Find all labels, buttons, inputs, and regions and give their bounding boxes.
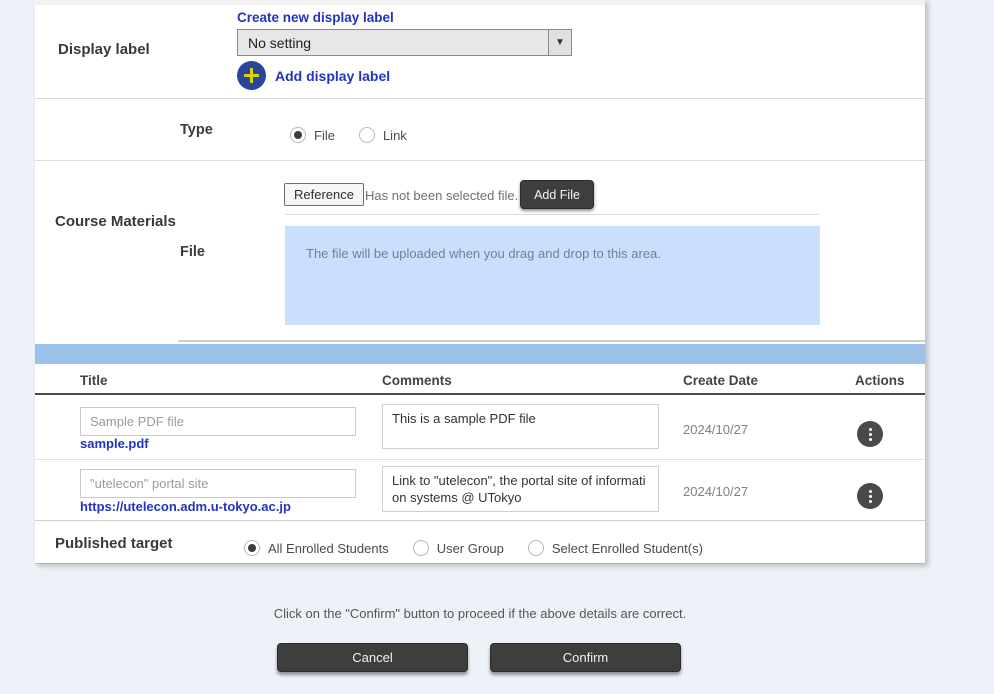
- type-row-label: Type: [180, 122, 213, 138]
- published-user-group-label: User Group: [437, 541, 504, 556]
- confirm-button[interactable]: Confirm: [490, 643, 681, 672]
- row1-actions-kebab-icon[interactable]: [857, 421, 883, 447]
- row1-file-link[interactable]: sample.pdf: [80, 436, 149, 451]
- row2-url-link[interactable]: https://utelecon.adm.u-tokyo.ac.jp: [80, 499, 291, 514]
- row2-create-date: 2024/10/27: [683, 484, 748, 499]
- column-header-title: Title: [80, 373, 108, 388]
- row1-comment-input[interactable]: This is a sample PDF file: [382, 404, 659, 449]
- dropzone-hint-text: The file will be uploaded when you drag …: [306, 246, 661, 261]
- published-select-students-label: Select Enrolled Student(s): [552, 541, 703, 556]
- chevron-down-icon[interactable]: ▼: [548, 30, 571, 55]
- file-row-label: File: [180, 244, 205, 260]
- row-separator: [35, 459, 925, 460]
- course-materials-row-label: Course Materials: [55, 213, 176, 230]
- row1-create-date: 2024/10/27: [683, 422, 748, 437]
- section-divider: [35, 98, 925, 99]
- display-label-select[interactable]: No setting ▼: [237, 29, 572, 56]
- type-link-radio-label: Link: [383, 128, 407, 143]
- column-header-actions: Actions: [855, 373, 905, 388]
- column-header-comments: Comments: [382, 373, 452, 388]
- course-material-form-card: Display label Create new display label N…: [35, 0, 925, 564]
- type-file-radio[interactable]: [290, 127, 306, 143]
- create-new-display-label-link[interactable]: Create new display label: [237, 10, 394, 25]
- row2-title-input[interactable]: [80, 469, 356, 498]
- row-separator: [35, 520, 925, 521]
- confirm-hint-text: Click on the "Confirm" button to proceed…: [0, 606, 960, 621]
- no-file-selected-text: Has not been selected file.: [365, 188, 518, 203]
- add-display-label-link[interactable]: Add display label: [275, 68, 390, 84]
- published-all-students-radio[interactable]: [244, 540, 260, 556]
- add-file-button[interactable]: Add File: [520, 180, 594, 209]
- type-file-radio-label: File: [314, 128, 335, 143]
- reference-row-divider: [285, 214, 820, 215]
- row2-actions-kebab-icon[interactable]: [857, 483, 883, 509]
- row1-title-input[interactable]: [80, 407, 356, 436]
- published-user-group-radio[interactable]: [413, 540, 429, 556]
- reference-button[interactable]: Reference: [284, 183, 364, 206]
- table-blue-bar: [35, 344, 925, 364]
- display-label-select-value: No setting: [238, 35, 548, 51]
- card-top-divider: [35, 0, 925, 5]
- add-icon[interactable]: [237, 61, 266, 90]
- cancel-button[interactable]: Cancel: [277, 643, 468, 672]
- display-label-row-label: Display label: [58, 41, 150, 58]
- column-header-create-date: Create Date: [683, 373, 758, 388]
- published-all-students-label: All Enrolled Students: [268, 541, 389, 556]
- published-select-students-radio[interactable]: [528, 540, 544, 556]
- published-target-row-label: Published target: [55, 535, 173, 552]
- type-link-radio[interactable]: [359, 127, 375, 143]
- page: Display label Create new display label N…: [0, 0, 994, 694]
- file-dropzone[interactable]: The file will be uploaded when you drag …: [285, 226, 820, 325]
- row2-comment-input[interactable]: Link to "utelecon", the portal site of i…: [382, 466, 659, 512]
- table-top-divider: [178, 340, 925, 342]
- table-header-border: [35, 393, 925, 395]
- section-divider: [35, 160, 925, 161]
